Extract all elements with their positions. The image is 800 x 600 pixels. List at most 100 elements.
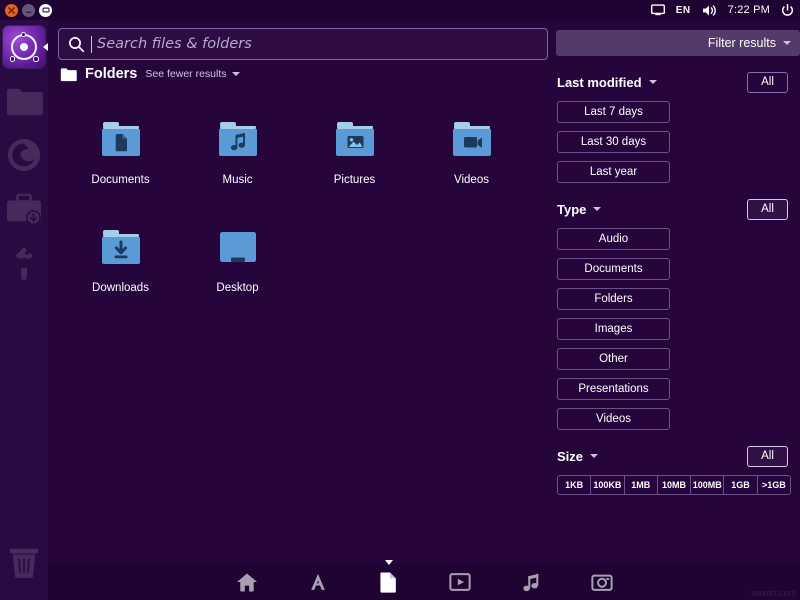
result-item-documents[interactable]: Documents — [62, 110, 179, 196]
filter-option[interactable]: Audio — [557, 228, 670, 250]
lens-bar — [48, 564, 800, 600]
result-label: Videos — [454, 174, 489, 186]
result-label: Music — [222, 174, 252, 186]
volume-icon[interactable] — [702, 4, 717, 17]
launcher-item-software-center[interactable] — [0, 185, 48, 233]
maximize-icon — [42, 6, 50, 14]
filter-group-header: Size All — [557, 444, 788, 468]
result-item-videos[interactable]: Videos — [413, 110, 530, 196]
home-icon — [236, 572, 258, 592]
lens-photos[interactable] — [590, 570, 614, 594]
camera-icon — [591, 572, 613, 592]
window-controls — [5, 4, 52, 17]
applications-icon — [307, 572, 329, 592]
size-segment[interactable]: 1KB — [558, 476, 591, 494]
results-grid: Documents Music — [62, 110, 542, 326]
filter-option[interactable]: Presentations — [557, 378, 670, 400]
filter-group-title-wrap[interactable]: Type — [557, 202, 601, 217]
size-segment[interactable]: 100KB — [591, 476, 624, 494]
filter-option[interactable]: Folders — [557, 288, 670, 310]
filter-all-button-size[interactable]: All — [747, 446, 788, 467]
chevron-down-icon — [590, 454, 598, 458]
lens-active-marker — [385, 560, 393, 565]
display-icon[interactable] — [651, 4, 665, 16]
launcher-active-arrow — [43, 43, 48, 51]
launcher-item-firefox-browser[interactable] — [0, 131, 48, 179]
filter-group-header: Last modified All — [557, 70, 788, 94]
file-icon — [379, 571, 398, 593]
result-label: Documents — [91, 174, 149, 186]
firefox-icon — [6, 137, 42, 173]
chevron-down-icon — [783, 41, 791, 45]
window-close-button[interactable] — [5, 4, 18, 17]
filter-option[interactable]: Other — [557, 348, 670, 370]
result-item-pictures[interactable]: Pictures — [296, 110, 413, 196]
settings-wrench-icon — [6, 245, 42, 281]
folder-videos-icon — [446, 118, 498, 162]
launcher-item-trash[interactable] — [0, 538, 48, 586]
indicator-area: EN 7:22 PM — [651, 4, 794, 17]
lens-files[interactable] — [377, 570, 401, 594]
window-maximize-button[interactable] — [39, 4, 52, 17]
result-label: Desktop — [216, 282, 258, 294]
video-icon — [449, 572, 471, 592]
filter-options-last-modified: Last 7 days Last 30 days Last year — [557, 101, 788, 183]
filter-results-label: Filter results — [708, 36, 776, 50]
window-minimize-button[interactable] — [22, 4, 35, 17]
filter-group-title: Size — [557, 449, 583, 464]
search-input[interactable]: Search files & folders — [58, 28, 548, 60]
lens-applications[interactable] — [306, 570, 330, 594]
filter-option[interactable]: Last 30 days — [557, 131, 670, 153]
filter-group-title: Last modified — [557, 75, 642, 90]
see-fewer-label: See fewer results — [145, 68, 226, 80]
ubuntu-logo-icon — [3, 26, 45, 68]
keyboard-language-indicator[interactable]: EN — [676, 5, 691, 16]
clock[interactable]: 7:22 PM — [728, 4, 770, 16]
result-item-music[interactable]: Music — [179, 110, 296, 196]
result-label: Pictures — [334, 174, 376, 186]
folder-music-icon — [212, 118, 264, 162]
size-segment[interactable]: 10MB — [658, 476, 691, 494]
launcher-item-files-manager[interactable] — [0, 77, 48, 125]
chevron-down-icon — [232, 72, 240, 76]
desktop-screen: EN 7:22 PM — [0, 0, 800, 600]
size-segment[interactable]: 100MB — [691, 476, 724, 494]
unity-launcher — [0, 20, 48, 600]
launcher-item-ubuntu-dash-home[interactable] — [0, 23, 48, 71]
filter-option[interactable]: Videos — [557, 408, 670, 430]
trash-icon — [7, 544, 41, 580]
size-segment[interactable]: 1MB — [625, 476, 658, 494]
size-segment[interactable]: >1GB — [758, 476, 790, 494]
filter-option[interactable]: Last year — [557, 161, 670, 183]
folder-icon — [60, 67, 77, 82]
search-icon — [68, 36, 85, 53]
lens-home[interactable] — [235, 570, 259, 594]
result-item-downloads[interactable]: Downloads — [62, 218, 179, 304]
text-caret — [91, 36, 92, 53]
filter-group-title-wrap[interactable]: Size — [557, 449, 598, 464]
filter-results-toggle[interactable]: Filter results — [556, 30, 800, 56]
filter-all-button-last-modified[interactable]: All — [747, 72, 788, 93]
filter-option[interactable]: Last 7 days — [557, 101, 670, 123]
folder-documents-icon — [95, 118, 147, 162]
folder-pictures-icon — [329, 118, 381, 162]
lens-music[interactable] — [519, 570, 543, 594]
launcher-item-system-settings[interactable] — [0, 239, 48, 287]
lens-video[interactable] — [448, 570, 472, 594]
see-fewer-results-toggle[interactable]: See fewer results — [145, 68, 239, 80]
top-panel: EN 7:22 PM — [0, 0, 800, 20]
filter-all-button-type[interactable]: All — [747, 199, 788, 220]
filter-group-title: Type — [557, 202, 586, 217]
filter-group-type: Type All Audio Documents Folders Images … — [553, 197, 792, 430]
filter-group-last-modified: Last modified All Last 7 days Last 30 da… — [553, 70, 792, 183]
filter-panel: Filter results Last modified All Last 7 … — [545, 20, 800, 600]
filter-option[interactable]: Documents — [557, 258, 670, 280]
category-header: Folders See fewer results — [60, 66, 240, 82]
filter-group-size: Size All 1KB 100KB 1MB 10MB 100MB 1GB >1… — [553, 444, 792, 495]
filter-option[interactable]: Images — [557, 318, 670, 340]
software-center-icon — [5, 192, 43, 226]
power-icon[interactable] — [781, 4, 794, 17]
size-segment[interactable]: 1GB — [724, 476, 757, 494]
result-item-desktop[interactable]: Desktop — [179, 218, 296, 304]
filter-group-title-wrap[interactable]: Last modified — [557, 75, 657, 90]
